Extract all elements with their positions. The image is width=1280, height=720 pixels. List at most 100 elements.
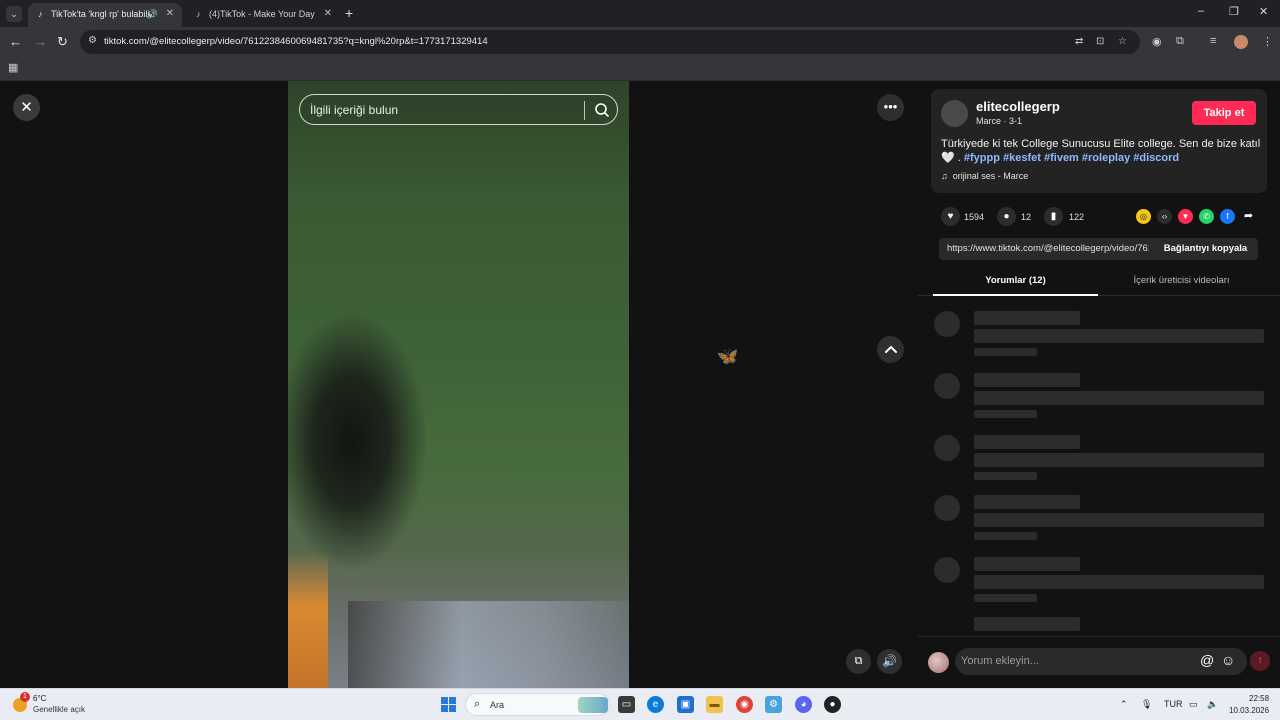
embed-code-icon[interactable]: ‹›	[1157, 209, 1172, 224]
clock-time[interactable]: 22:58	[1249, 694, 1269, 703]
media-control-icon[interactable]: ≡	[1210, 35, 1216, 47]
edge-icon[interactable]: e	[647, 696, 664, 713]
comment-input[interactable]: Yorum ekleyin... @ ☺	[955, 648, 1247, 675]
app-icon[interactable]: ●	[824, 696, 841, 713]
bookmark-icon[interactable]: ▮	[1044, 207, 1063, 226]
butterfly-cursor-icon: 🦋	[717, 347, 739, 366]
arrow-up-icon: ↑	[1257, 655, 1263, 666]
tab-creator-videos[interactable]: İçerik üreticisi videoları	[1098, 275, 1265, 286]
minimize-icon[interactable]: –	[1198, 5, 1204, 17]
music-info[interactable]: ♫ orijinal ses - Marce	[941, 171, 1028, 181]
search-divider	[584, 101, 585, 120]
tab-tiktok-home[interactable]: ♪ (4)TikTok - Make Your Day ✕	[186, 3, 340, 27]
comment-count: 12	[1021, 212, 1032, 222]
mention-icon[interactable]: @	[1200, 652, 1214, 668]
active-tab-indicator	[933, 294, 1098, 296]
audio-icon[interactable]: 🔊	[147, 3, 158, 25]
apps-grid-icon[interactable]: ▦	[8, 61, 18, 74]
comment-skeleton	[918, 617, 1280, 636]
coin-share-icon[interactable]: ◎	[1136, 209, 1151, 224]
tab-title: (4)TikTok - Make Your Day	[209, 9, 315, 19]
close-video-button[interactable]: ✕	[13, 94, 40, 121]
search-highlight-image	[578, 697, 608, 713]
volume-button[interactable]: 🔊	[877, 649, 902, 674]
author-avatar[interactable]	[941, 100, 968, 127]
browser-toolbar: ← → ↻ ⚙ tiktok.com/@elitecollegerp/video…	[0, 27, 1280, 57]
tab-tiktok-search[interactable]: ♪ TikTok'ta 'kngl rp' bulabilin 🔊 ✕	[28, 3, 182, 27]
hashtag-link[interactable]: #fyppp	[964, 152, 1000, 164]
whatsapp-icon[interactable]: ✆	[1199, 209, 1214, 224]
profile-avatar[interactable]	[1234, 35, 1248, 49]
taskbar-search[interactable]: ⌕ Ara	[465, 693, 610, 716]
weather-temperature[interactable]: 6°C	[33, 694, 46, 703]
network-icon[interactable]: ▭	[1189, 699, 1198, 710]
extension-icon[interactable]: ◉	[1152, 35, 1162, 48]
file-explorer-icon[interactable]: ▬	[706, 696, 723, 713]
post-description: Türkiyede ki tek College Sunucusu Elite …	[941, 137, 1261, 165]
forward-icon[interactable]: →	[34, 34, 47, 49]
picture-in-picture-button[interactable]: ⧉	[846, 649, 871, 674]
task-view-icon[interactable]: ▭	[618, 696, 635, 713]
comment-placeholder: Yorum ekleyin...	[961, 655, 1039, 667]
reload-icon[interactable]: ↻	[57, 34, 68, 50]
close-window-icon[interactable]: ✕	[1259, 5, 1268, 18]
chrome-icon[interactable]: ◉	[736, 696, 753, 713]
details-panel: elitecollegerp Marce · 3-1 Takip et Türk…	[918, 81, 1280, 688]
comment-skeleton	[918, 311, 1280, 373]
comment-icon[interactable]: ●	[997, 207, 1016, 226]
clock-date[interactable]: 10.03.2026	[1229, 706, 1269, 715]
panel-tabs: Yorumlar (12) İçerik üreticisi videoları	[918, 268, 1280, 296]
copy-link-button[interactable]: Bağlantıyı kopyala	[1153, 238, 1258, 260]
related-search-input[interactable]: İlgili içeriği bulun	[299, 94, 618, 125]
speaker-icon[interactable]: 🔈	[1207, 699, 1218, 710]
language-indicator[interactable]: TUR	[1164, 699, 1183, 709]
translate-icon[interactable]: ⇄	[1075, 36, 1083, 47]
new-tab-icon[interactable]: +	[345, 5, 353, 21]
share-arrow-icon[interactable]: ➦	[1241, 209, 1256, 224]
weather-description[interactable]: Genellikle açık	[33, 705, 85, 714]
search-icon[interactable]	[593, 101, 611, 119]
chevron-up-icon[interactable]: ⌃	[1120, 699, 1128, 710]
more-options-button[interactable]: •••	[877, 94, 904, 121]
bookmark-star-icon[interactable]: ☆	[1118, 36, 1127, 47]
extensions-puzzle-icon[interactable]: ⧉	[1176, 35, 1184, 48]
like-heart-icon[interactable]: ♥	[941, 207, 960, 226]
close-tab-icon[interactable]: ✕	[324, 3, 332, 25]
tab-comments[interactable]: Yorumlar (12)	[933, 275, 1098, 286]
send-share-icon[interactable]: ▼	[1178, 209, 1193, 224]
send-comment-button[interactable]: ↑	[1250, 651, 1270, 671]
windows-taskbar: 1 6°C Genellikle açık ⌕ Ara ▭ e ▣ ▬ ◉ ⚙ …	[0, 688, 1280, 720]
author-username[interactable]: elitecollegerp	[976, 99, 1060, 114]
more-icon: •••	[883, 99, 898, 114]
hashtag-link[interactable]: #kesfet	[1003, 152, 1041, 164]
follow-button[interactable]: Takip et	[1192, 101, 1256, 125]
url-text[interactable]: tiktok.com/@elitecollegerp/video/7612238…	[104, 36, 488, 47]
hashtag-link[interactable]: #fivem	[1044, 152, 1079, 164]
previous-video-button[interactable]	[877, 336, 904, 363]
back-icon[interactable]: ←	[9, 34, 22, 49]
hashtag-link[interactable]: #discord	[1133, 152, 1179, 164]
restore-icon[interactable]: ❐	[1229, 5, 1239, 18]
windows-start-icon[interactable]	[441, 697, 456, 712]
share-url[interactable]: https://www.tiktok.com/@elitecollegerp/v…	[947, 243, 1149, 254]
music-title[interactable]: orijinal ses - Marce	[953, 171, 1029, 181]
search-placeholder: İlgili içeriği bulun	[310, 103, 399, 117]
discord-icon[interactable]: ◕	[795, 696, 812, 713]
volume-icon: 🔊	[882, 654, 897, 668]
emoji-icon[interactable]: ☺	[1221, 652, 1235, 668]
comment-composer: Yorum ekleyin... @ ☺ ↑	[918, 636, 1280, 688]
microphone-icon[interactable]: 🎙	[1141, 699, 1152, 710]
save-count: 122	[1069, 212, 1085, 222]
store-icon[interactable]: ▣	[677, 696, 694, 713]
hashtag-link[interactable]: #roleplay	[1082, 152, 1130, 164]
address-bar[interactable]: ⚙ tiktok.com/@elitecollegerp/video/76122…	[80, 30, 1140, 54]
browser-menu-icon[interactable]: ⋮	[1262, 35, 1273, 48]
facebook-icon[interactable]: f	[1220, 209, 1235, 224]
video-player[interactable]	[288, 81, 629, 688]
video-blur-shape	[288, 551, 328, 688]
install-icon[interactable]: ⊡	[1096, 36, 1104, 47]
close-tab-icon[interactable]: ✕	[166, 3, 174, 25]
site-info-icon[interactable]: ⚙	[88, 35, 97, 46]
settings-gear-icon[interactable]: ⚙	[765, 696, 782, 713]
tab-search-icon[interactable]: ⌄	[6, 6, 22, 22]
